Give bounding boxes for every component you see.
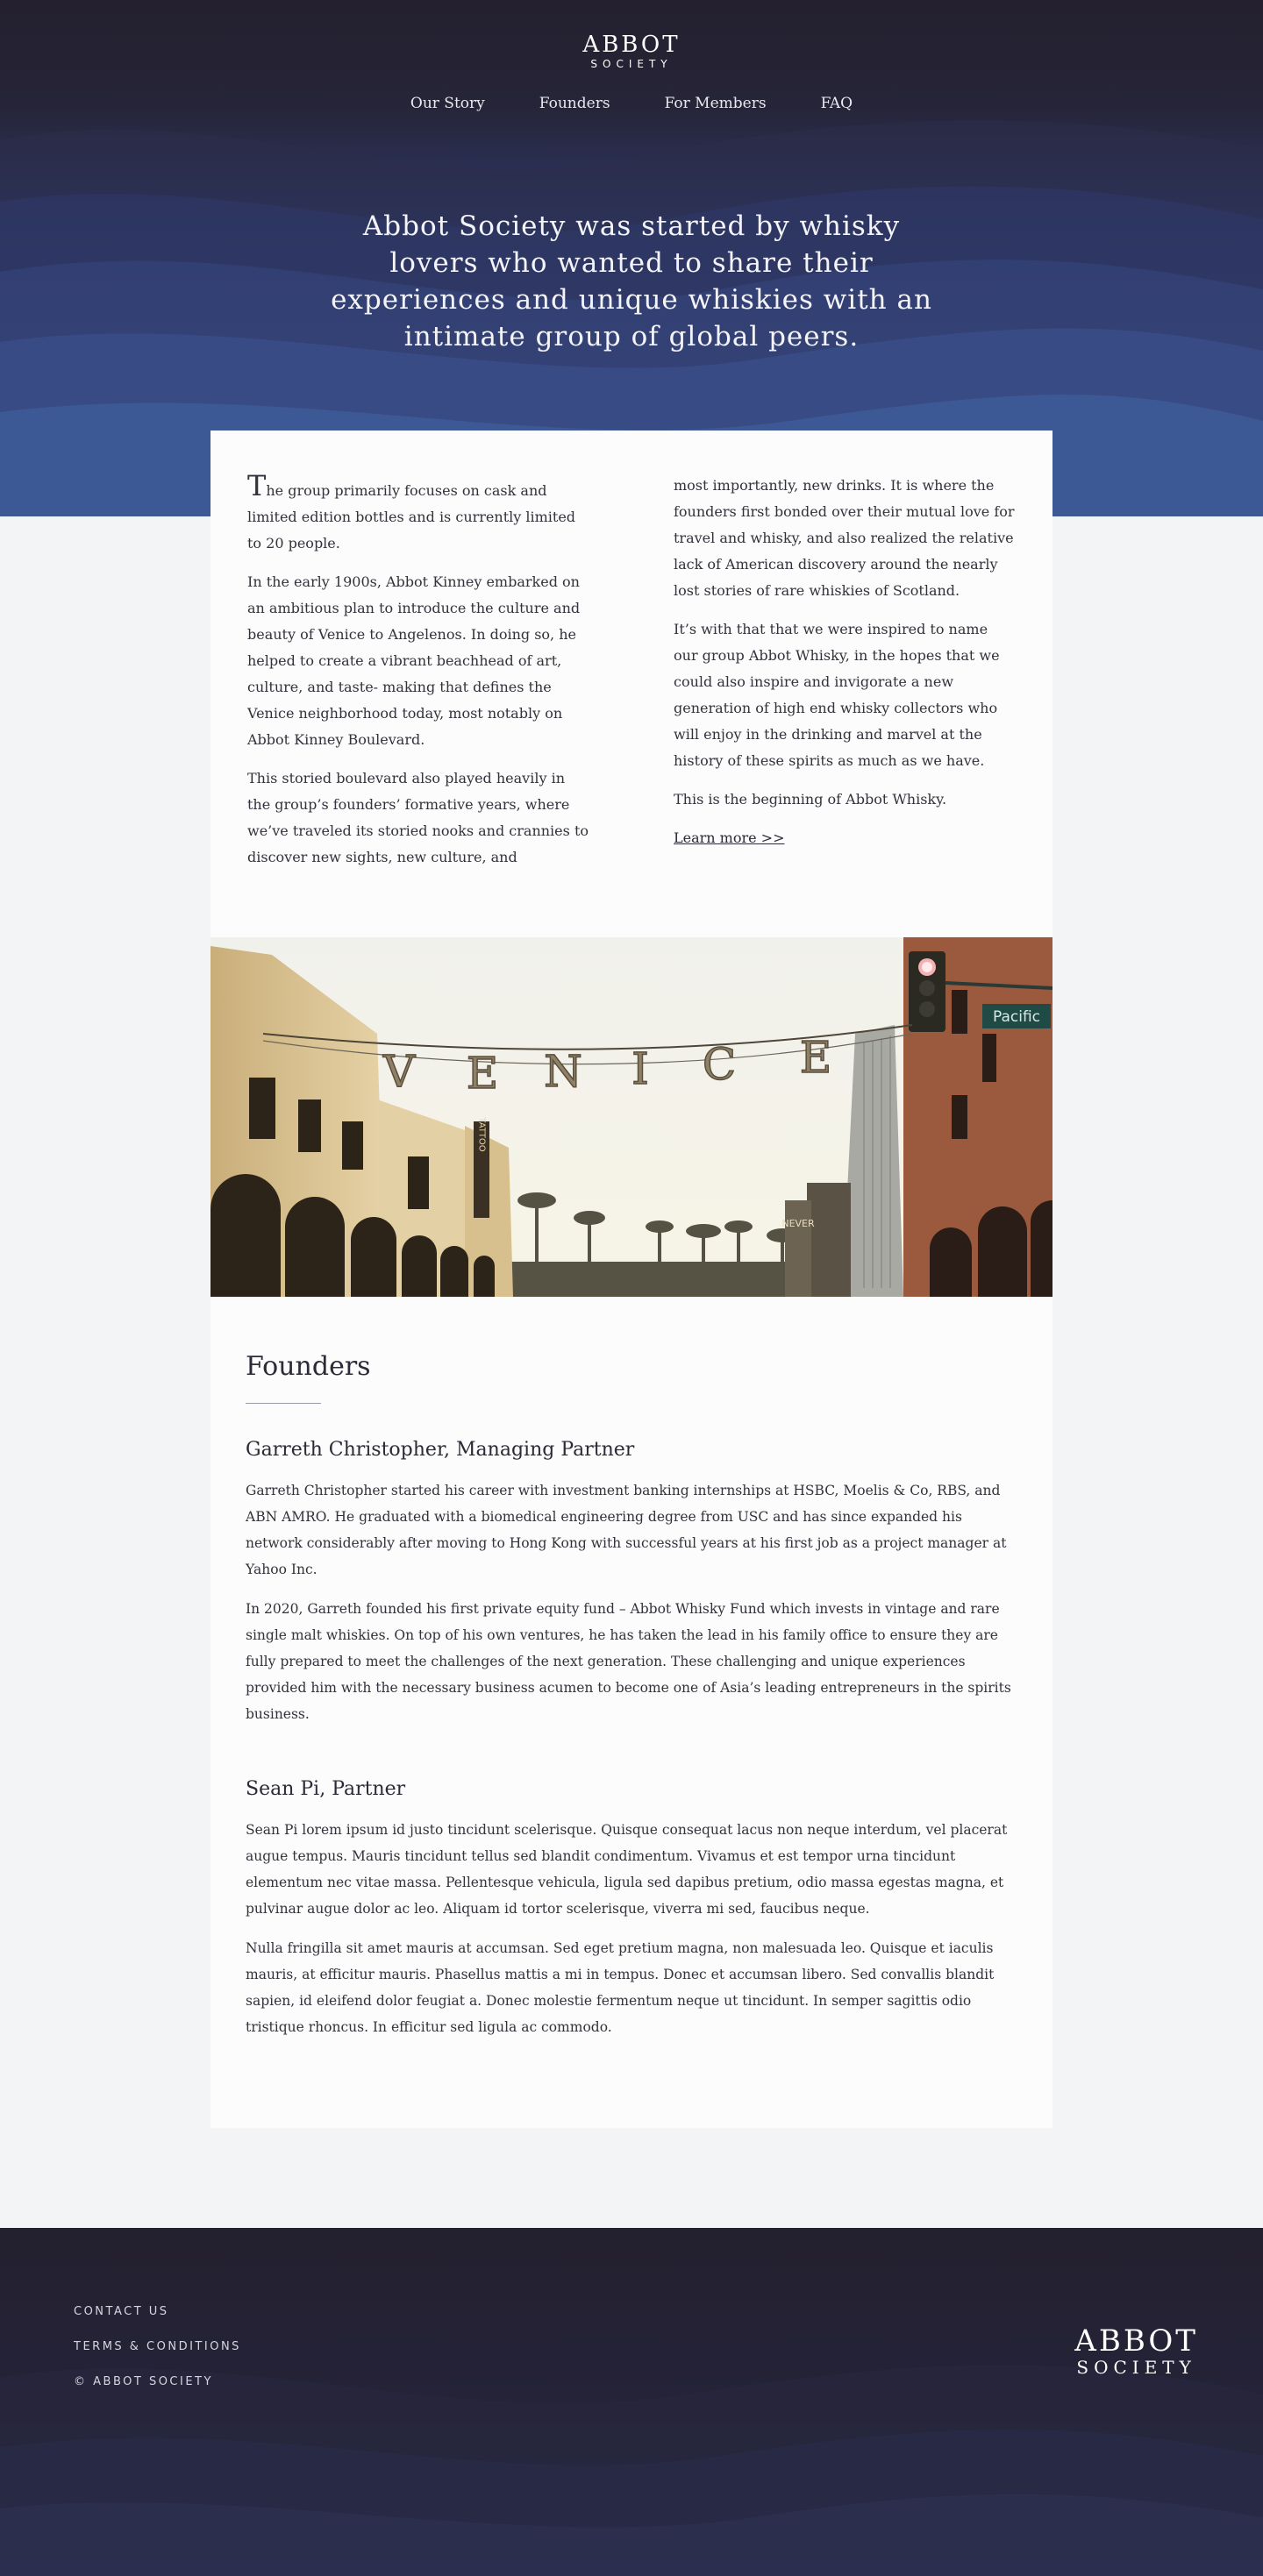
intro-column-left: The group primarily focuses on cask and … [247, 472, 589, 883]
founder-garreth: Garreth Christopher, Managing Partner Ga… [246, 1437, 1017, 1727]
sign-letter-v: V [382, 1046, 416, 1097]
logo-subtitle: SOCIETY [590, 58, 673, 70]
intro-paragraph-4: most importantly, new drinks. It is wher… [674, 477, 1015, 599]
intro-paragraph-5: It’s with that that we were inspired to … [674, 621, 1000, 769]
sign-letter-e2: E [800, 1032, 832, 1083]
tattoo-sign-text: TATTOO [477, 1116, 487, 1151]
intro-section: The group primarily focuses on cask and … [247, 472, 1016, 883]
sign-letter-e: E [467, 1048, 499, 1099]
venice-sign-photo: TATTOO NEVER Pacific V E N I C E [210, 937, 1052, 1297]
founder-bio-paragraph: Sean Pi lorem ipsum id justo tincidunt s… [246, 1822, 1008, 1917]
main-nav: Our Story Founders For Members FAQ [0, 93, 1263, 114]
intro-column-right: most importantly, new drinks. It is wher… [674, 473, 1016, 883]
pacific-street-sign: Pacific [993, 1008, 1040, 1026]
founder-sean: Sean Pi, Partner Sean Pi lorem ipsum id … [246, 1776, 1017, 2040]
intro-paragraph-1: The group primarily focuses on cask and … [247, 472, 589, 557]
footer-logo-wordmark: ABBOT [1074, 2323, 1198, 2359]
content-card: The group primarily focuses on cask and … [210, 431, 1052, 2128]
nav-founders[interactable]: Founders [539, 93, 610, 114]
founder-bio-paragraph: Garreth Christopher started his career w… [246, 1483, 1007, 1577]
founders-heading: Founders [246, 1351, 371, 1382]
logo-wordmark: ABBOT [582, 32, 681, 58]
intro-paragraph-2: In the early 1900s, Abbot Kinney embarke… [247, 573, 581, 748]
sign-letter-n: N [544, 1046, 582, 1097]
site-footer: CONTACT US TERMS & CONDITIONS © ABBOT SO… [0, 2228, 1263, 2576]
intro-paragraph-1-text: he group primarily focuses on cask and l… [247, 482, 576, 551]
hero-title: Abbot Society was started by whisky love… [331, 210, 932, 352]
founder-bio-paragraph: Nulla fringilla sit amet mauris at accum… [246, 1940, 995, 2035]
founders-section: Founders Garreth Christopher, Managing P… [246, 1350, 1017, 2053]
sign-letter-i: I [632, 1043, 649, 1094]
nav-for-members[interactable]: For Members [665, 93, 767, 114]
venice-photo-illustration: TATTOO NEVER Pacific V E N I C E [210, 937, 1052, 1297]
learn-more-link[interactable]: Learn more >> [674, 829, 785, 846]
section-divider [246, 1403, 321, 1404]
founder-bio-paragraph: In 2020, Garreth founded his first priva… [246, 1601, 1011, 1722]
footer-contact-link[interactable]: CONTACT US [74, 2305, 241, 2319]
footer-logo[interactable]: ABBOT SOCIETY [1074, 2324, 1198, 2377]
nav-our-story[interactable]: Our Story [410, 93, 485, 114]
footer-links: CONTACT US TERMS & CONDITIONS © ABBOT SO… [74, 2305, 241, 2410]
footer-logo-subtitle: SOCIETY [1076, 2357, 1196, 2378]
sign-letter-c: C [703, 1039, 736, 1090]
never-sign-text: NEVER [781, 1218, 815, 1229]
intro-paragraph-6: This is the beginning of Abbot Whisky. [674, 791, 947, 808]
intro-paragraph-3: This storied boulevard also played heavi… [247, 770, 589, 865]
founder-name: Sean Pi, Partner [246, 1778, 406, 1800]
drop-cap: T [247, 469, 267, 502]
footer-copyright: © ABBOT SOCIETY [74, 2375, 213, 2388]
site-logo[interactable]: ABBOT SOCIETY [0, 32, 1263, 70]
founder-name: Garreth Christopher, Managing Partner [246, 1439, 635, 1461]
nav-faq[interactable]: FAQ [821, 93, 853, 114]
footer-terms-link[interactable]: TERMS & CONDITIONS [74, 2340, 241, 2354]
